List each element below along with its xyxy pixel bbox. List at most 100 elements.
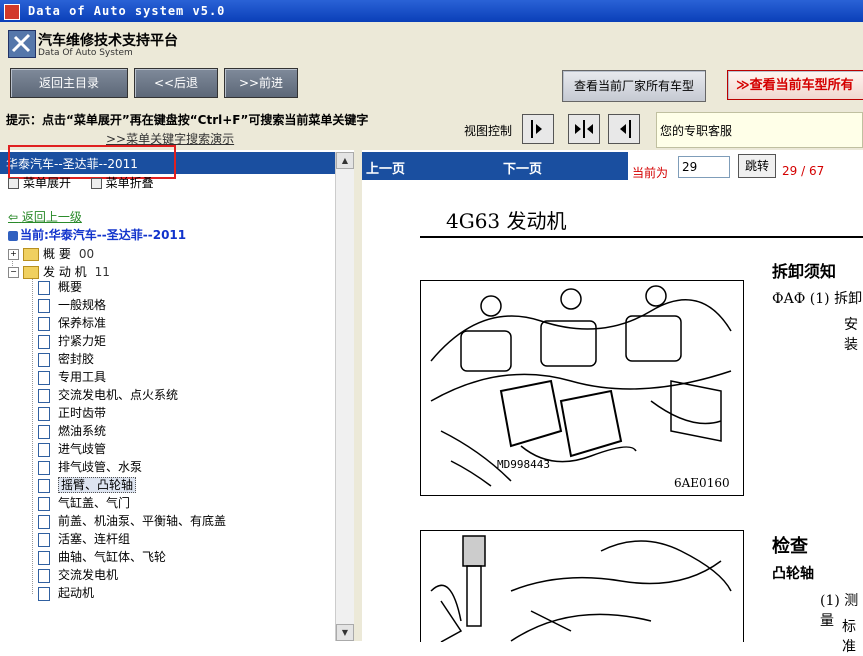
forward-button[interactable]: >>前进 <box>224 68 298 98</box>
remove-step-1-cont: 安装 <box>844 317 858 353</box>
tree-leaf-label: 活塞、连杆组 <box>58 532 131 546</box>
doc-divider <box>420 236 863 238</box>
tree-leaf[interactable]: 交流发电机、点火系统 <box>38 387 178 404</box>
tree-leaf-label: 专用工具 <box>58 370 107 384</box>
tree-leaf-label: 燃油系统 <box>58 424 107 438</box>
tree-leaf[interactable]: 专用工具 <box>38 369 106 386</box>
current-page-label: 当前为 <box>632 166 669 180</box>
document-icon <box>38 550 50 565</box>
folder-icon <box>23 248 39 261</box>
back-button[interactable]: <<后退 <box>134 68 218 98</box>
tree-leaf-label: 密封胶 <box>58 352 95 366</box>
next-page-link[interactable]: 下一页 <box>503 158 542 177</box>
engine-figure <box>420 280 744 496</box>
tree-leaf-label: 交流发电机 <box>58 568 119 582</box>
pane-splitter[interactable] <box>354 150 362 641</box>
tree-leaf[interactable]: 密封胶 <box>38 351 94 368</box>
tree-leaf[interactable]: 正时齿带 <box>38 405 106 422</box>
vehicle-icon <box>8 230 18 241</box>
tree-leaf[interactable]: 起动机 <box>38 585 94 602</box>
tree-leaf-label: 正时齿带 <box>58 406 107 420</box>
document-icon <box>38 298 50 313</box>
tree-leaf-label: 交流发电机、点火系统 <box>58 388 179 402</box>
tree-leaf[interactable]: 一般规格 <box>38 297 106 314</box>
logo-icon <box>8 30 36 58</box>
support-text: 您的专职客服 <box>660 124 733 138</box>
tree-node-count: 11 <box>94 265 110 279</box>
document-icon <box>38 424 50 439</box>
tree-node[interactable]: + 概 要 00 <box>8 245 94 262</box>
tree-leaf-label: 保养标准 <box>58 316 107 330</box>
tree-leaf[interactable]: 排气歧管、水泵 <box>38 459 142 476</box>
menu-expand-link[interactable]: 菜单展开 <box>23 176 71 190</box>
tree-leaf[interactable]: 气缸盖、气门 <box>38 495 130 512</box>
tree-leaf-label: 进气歧管 <box>58 442 107 456</box>
tree-leaf[interactable]: 进气歧管 <box>38 441 106 458</box>
tree-leaf[interactable]: 摇臂、凸轮轴 <box>38 477 137 494</box>
tree-leaf[interactable]: 保养标准 <box>38 315 106 332</box>
tree-leaf[interactable]: 燃油系统 <box>38 423 106 440</box>
current-vehicle: 当前:华泰汽车--圣达菲--2011 <box>8 226 186 243</box>
document-icon <box>38 352 50 367</box>
remove-step-1: ФAФ (1) 拆卸 <box>772 291 863 307</box>
app-icon <box>4 4 20 20</box>
tree-node-label: 发 动 机 <box>43 265 87 279</box>
page-count: 29 / 67 <box>782 164 825 178</box>
tree-leaf[interactable]: 概要 <box>38 279 82 296</box>
view-maker-models-button[interactable]: 查看当前厂家所有车型 <box>562 70 706 102</box>
document-icon <box>38 370 50 385</box>
tree-node[interactable]: − 发 动 机 11 <box>8 263 110 280</box>
jump-button[interactable]: 跳转 <box>738 154 776 178</box>
tree-leaf[interactable]: 前盖、机油泵、平衡轴、有底盖 <box>38 513 226 530</box>
back-level-label: 返回上一级 <box>21 210 82 224</box>
tree-leaf[interactable]: 交流发电机 <box>38 567 118 584</box>
window-title: Data of Auto system v5.0 <box>28 4 226 18</box>
document-icon <box>38 532 50 547</box>
tree-leaf-label: 气缸盖、气门 <box>58 496 131 510</box>
tree-leaf-label: 概要 <box>58 280 83 294</box>
arrow-right-icon <box>531 120 542 138</box>
camshaft-figure <box>420 530 744 643</box>
tree-node-label: 概 要 <box>43 247 71 261</box>
scroll-down-icon[interactable]: ▼ <box>336 624 354 641</box>
document-icon <box>38 460 50 475</box>
app-title: 汽车维修技术支持平台 <box>38 33 178 49</box>
tree-leaf[interactable]: 拧紧力矩 <box>38 333 106 350</box>
scroll-up-icon[interactable]: ▲ <box>336 152 354 169</box>
document-icon <box>38 334 50 349</box>
arrow-left-icon <box>620 120 631 138</box>
menu-scrollbar[interactable]: ▲ ▼ <box>335 152 354 641</box>
page-number-input[interactable] <box>678 156 730 178</box>
current-vehicle-label: 当前:华泰汽车--圣达菲--2011 <box>20 228 187 242</box>
view-model-all-button[interactable]: ≫查看当前车型所有 <box>727 70 863 100</box>
view-control-label: 视图控制 <box>464 124 513 138</box>
doc-title: 4G63 发动机 <box>446 209 567 233</box>
document-icon <box>38 388 50 403</box>
prev-page-link[interactable]: 上一页 <box>366 158 405 177</box>
tree-node-count: 00 <box>78 247 95 261</box>
document-icon <box>38 586 50 601</box>
tree-leaf[interactable]: 活塞、连杆组 <box>38 531 130 548</box>
tree-leaf-label: 一般规格 <box>58 298 107 312</box>
back-level-link[interactable]: ⇦ 返回上一级 <box>8 208 82 225</box>
expand-icon <box>8 178 19 189</box>
hint-text: 提示：点击“菜单展开”再在键盘按“Ctrl+F”可搜索当前菜单关键字 <box>6 113 369 127</box>
minus-icon[interactable]: − <box>8 267 19 278</box>
plus-icon[interactable]: + <box>8 249 19 260</box>
home-button[interactable]: 返回主目录 <box>10 68 128 98</box>
view-expand-right-button[interactable] <box>522 114 554 144</box>
remove-heading: 拆卸须知 <box>772 262 837 281</box>
document-icon <box>38 442 50 457</box>
menu-collapse-link[interactable]: 菜单折叠 <box>106 176 154 190</box>
tree-leaf-label: 摇臂、凸轮轴 <box>58 477 137 493</box>
view-split-button[interactable] <box>568 114 600 144</box>
check-step-1-cont: 标准 <box>842 619 856 655</box>
view-expand-left-button[interactable] <box>608 114 640 144</box>
split-icon <box>575 120 593 138</box>
tree-leaf[interactable]: 曲轴、气缸体、飞轮 <box>38 549 166 566</box>
document-icon <box>38 514 50 529</box>
document-icon <box>38 568 50 583</box>
expand-collapse-row: 菜单展开 菜单折叠 <box>8 174 154 191</box>
check-heading: 检查 <box>772 536 808 557</box>
document-icon <box>38 496 50 511</box>
